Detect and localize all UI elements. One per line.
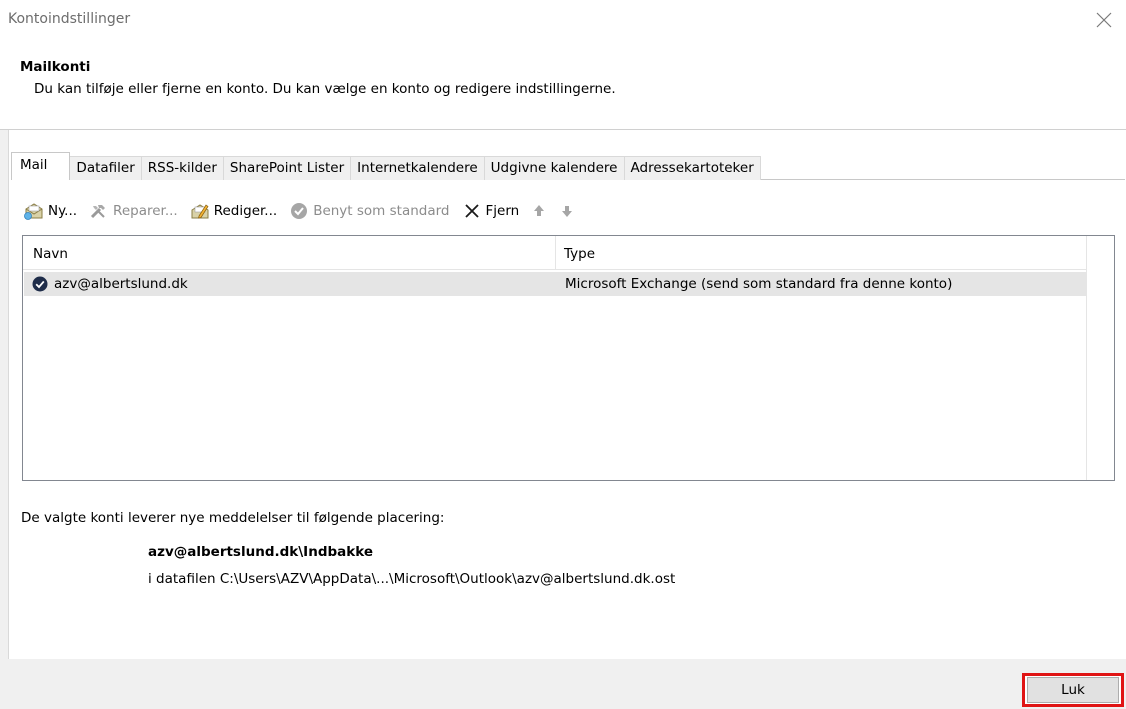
header-title: Mailkonti (20, 59, 91, 75)
dialog-footer (0, 659, 1126, 709)
default-account-check-icon (32, 276, 48, 292)
account-toolbar: Ny... Reparer... Rediger... Benyt som st… (24, 198, 587, 224)
close-icon (1096, 12, 1112, 28)
window-title: Kontoindstillinger (8, 11, 131, 27)
remove-account-button[interactable]: Fjern (462, 199, 520, 223)
edit-account-icon (190, 201, 210, 221)
tab-sharepoint-lister[interactable]: SharePoint Lister (222, 156, 352, 180)
close-dialog-label: Luk (1061, 682, 1085, 698)
dialog-header: Mailkonti Du kan tilføje eller fjerne en… (0, 42, 1126, 130)
account-type: Microsoft Exchange (send som standard fr… (565, 276, 953, 292)
edit-account-label: Rediger... (213, 203, 278, 219)
list-header: Navn Type (23, 236, 1087, 270)
account-name: azv@albertslund.dk (54, 276, 188, 292)
remove-x-icon (462, 201, 482, 221)
new-account-button[interactable]: Ny... (24, 199, 77, 223)
new-mail-account-icon (24, 201, 44, 221)
tab-internetkalendere[interactable]: Internetkalendere (350, 156, 485, 180)
close-dialog-button-face: Luk (1027, 677, 1119, 703)
window-close-button[interactable] (1082, 0, 1126, 40)
column-header-name[interactable]: Navn (33, 246, 68, 262)
header-description: Du kan tilføje eller fjerne en konto. Du… (34, 81, 616, 97)
tab-mail[interactable]: Mail (11, 152, 71, 180)
repair-label: Reparer... (113, 203, 178, 219)
tab-rss-kilder[interactable]: RSS-kilder (140, 156, 224, 180)
move-down-button[interactable] (559, 201, 575, 221)
close-dialog-button[interactable]: Luk (1022, 673, 1124, 707)
account-list[interactable]: Navn Type azv@albertslund.dk Microsoft E… (22, 235, 1115, 481)
tab-adressekartoteker[interactable]: Adressekartoteker (623, 156, 761, 180)
vertical-scrollbar[interactable] (1086, 236, 1114, 480)
remove-account-label: Fjern (485, 203, 520, 219)
delivery-label: De valgte konti leverer nye meddelelser … (21, 510, 445, 526)
column-divider[interactable] (555, 236, 556, 270)
arrow-up-icon (534, 205, 545, 216)
arrow-down-icon (562, 206, 573, 217)
repair-tools-icon (89, 201, 109, 221)
tab-udgivne-kalendere[interactable]: Udgivne kalendere (483, 156, 625, 180)
edit-account-button[interactable]: Rediger... (190, 199, 277, 223)
title-bar: Kontoindstillinger (0, 0, 1126, 42)
repair-button[interactable]: Reparer... (89, 199, 178, 223)
account-row[interactable]: azv@albertslund.dk Microsoft Exchange (s… (24, 272, 1087, 296)
move-up-button[interactable] (531, 201, 547, 221)
tab-strip: Mail Datafiler RSS-kilder SharePoint Lis… (11, 152, 761, 180)
default-check-icon (289, 201, 309, 221)
tab-datafiler[interactable]: Datafiler (69, 156, 142, 180)
delivery-folder-path: azv@albertslund.dk\Indbakke (148, 544, 374, 560)
set-default-label: Benyt som standard (313, 203, 450, 219)
delivery-data-file: i datafilen C:\Users\AZV\AppData\...\Mic… (148, 571, 676, 587)
set-default-button[interactable]: Benyt som standard (289, 199, 450, 223)
column-header-type[interactable]: Type (564, 246, 595, 262)
new-account-label: Ny... (48, 203, 78, 219)
